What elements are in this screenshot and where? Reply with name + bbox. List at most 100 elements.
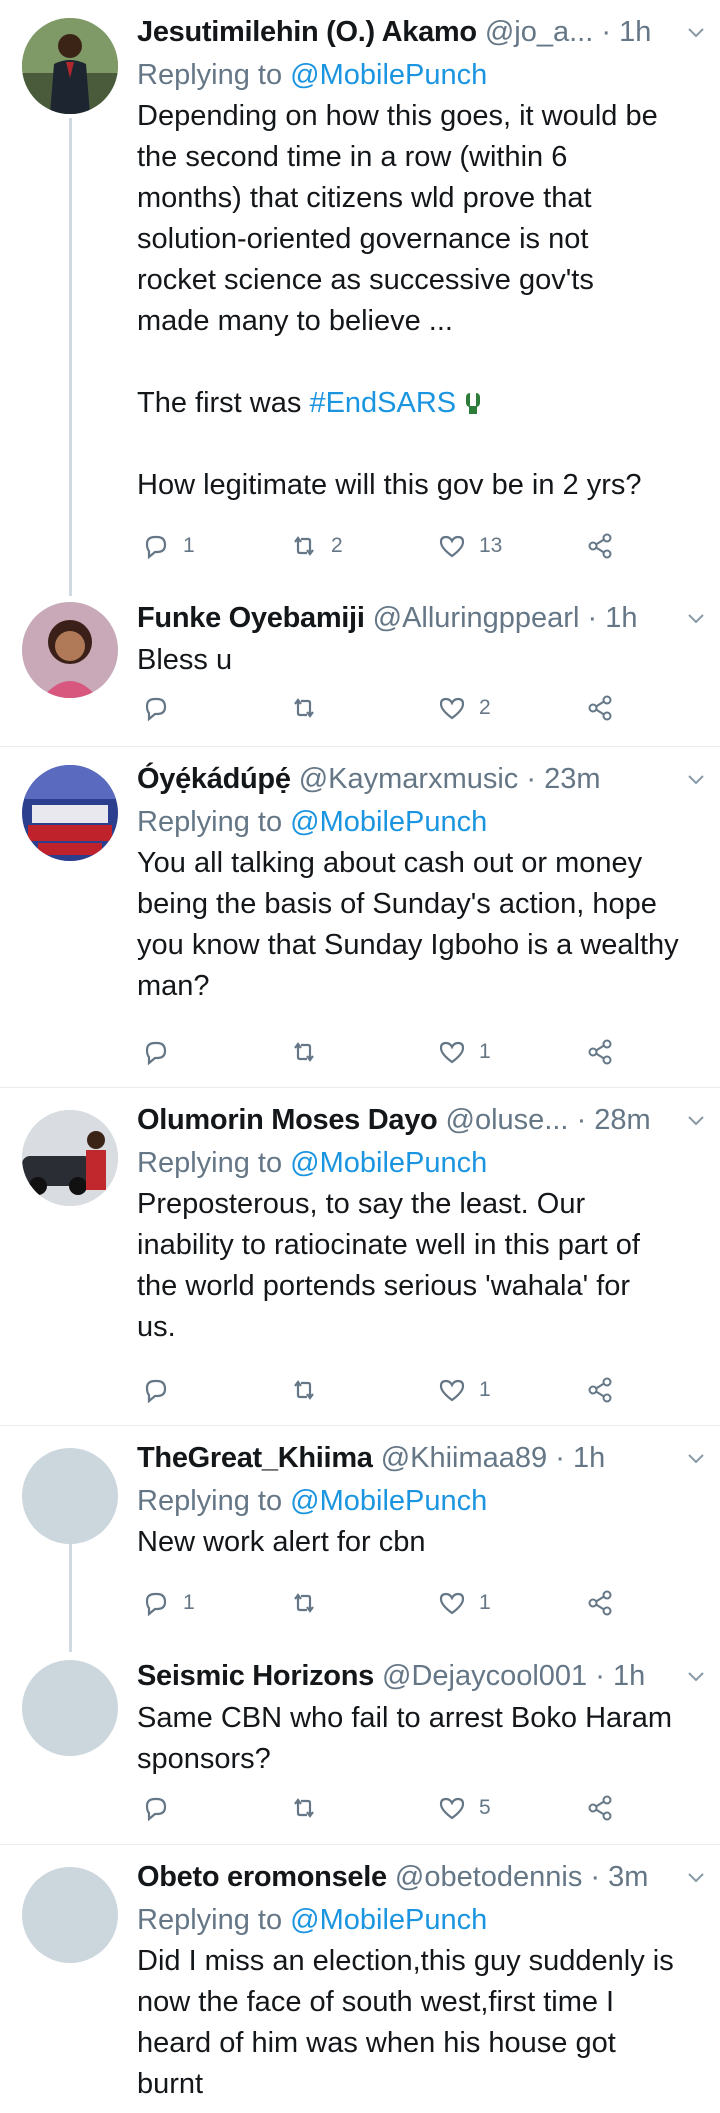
tweet[interactable]: Olumorin Moses Dayo @oluse... · 28m Repl… xyxy=(0,1088,720,1425)
timestamp[interactable]: 1h xyxy=(573,1442,605,1474)
share-button[interactable] xyxy=(585,526,615,566)
mention-link[interactable]: @MobilePunch xyxy=(290,1485,487,1517)
like-button[interactable]: 2 xyxy=(437,688,491,728)
hashtag-link[interactable]: #EndSARS xyxy=(309,387,456,419)
tweet-header: Seismic Horizons @Dejaycool001 · 1h xyxy=(137,1654,706,1698)
tweet-text: Did I miss an election,this guy suddenly… xyxy=(137,1945,674,2100)
like-count: 2 xyxy=(479,696,491,719)
user-handle[interactable]: @jo_a... xyxy=(485,16,593,48)
mention-link[interactable]: @MobilePunch xyxy=(290,1904,487,1936)
user-handle[interactable]: @Khiimaa89 xyxy=(381,1442,547,1474)
share-button[interactable] xyxy=(585,1788,615,1828)
display-name[interactable]: Seismic Horizons xyxy=(137,1660,374,1692)
share-button[interactable] xyxy=(585,1370,615,1410)
display-name[interactable]: Obeto eromonsele xyxy=(137,1861,387,1893)
like-count: 13 xyxy=(479,534,503,557)
chevron-down-icon[interactable] xyxy=(686,1448,706,1468)
display-name[interactable]: Olumorin Moses Dayo xyxy=(137,1104,438,1136)
retweet-icon xyxy=(294,1380,314,1400)
chevron-down-icon[interactable] xyxy=(686,22,706,42)
tweet[interactable]: Obeto eromonsele @obetodennis · 3m Reply… xyxy=(0,1845,720,2113)
chevron-down-icon[interactable] xyxy=(686,1110,706,1130)
display-name[interactable]: TheGreat_Khiima xyxy=(137,1442,373,1474)
replying-label: Replying to xyxy=(137,1904,283,1936)
chevron-down-icon[interactable] xyxy=(686,608,706,628)
heart-icon xyxy=(439,535,465,558)
tweet[interactable]: Óyẹ́kádúpẹ́ @Kaymarxmusic · 23m Replying… xyxy=(0,747,720,1087)
tweet[interactable]: Funke Oyebamiji @Alluringppearl · 1h Ble… xyxy=(0,596,720,746)
mention-link[interactable]: @MobilePunch xyxy=(290,806,487,838)
reply-button[interactable]: 1 xyxy=(141,1583,195,1623)
separator-dot: · xyxy=(587,602,598,634)
like-button[interactable]: 13 xyxy=(437,526,502,566)
user-handle[interactable]: @oluse... xyxy=(446,1104,569,1136)
text-line: the second time in a row (within 6 xyxy=(137,141,568,173)
like-count: 5 xyxy=(479,1796,491,1819)
tweet-header: TheGreat_Khiima @Khiimaa89 · 1h xyxy=(137,1436,706,1480)
user-handle[interactable]: @obetodennis xyxy=(395,1861,582,1893)
retweet-icon xyxy=(294,1798,314,1818)
share-icon xyxy=(588,695,612,721)
replying-label: Replying to xyxy=(137,1147,283,1179)
timestamp[interactable]: 1h xyxy=(605,602,637,634)
text-line: months) that citizens wld prove that xyxy=(137,182,592,214)
reply-button[interactable] xyxy=(141,688,183,728)
like-button[interactable]: 1 xyxy=(437,1583,491,1623)
share-icon xyxy=(588,1590,612,1616)
mention-link[interactable]: @MobilePunch xyxy=(290,1147,487,1179)
display-name[interactable]: Jesutimilehin (O.) Akamo xyxy=(137,16,477,48)
avatar[interactable] xyxy=(22,1110,118,1206)
like-button[interactable]: 1 xyxy=(437,1032,491,1072)
chevron-down-icon[interactable] xyxy=(686,1666,706,1686)
mention-link[interactable]: @MobilePunch xyxy=(290,59,487,91)
tweet[interactable]: Seismic Horizons @Dejaycool001 · 1h Same… xyxy=(0,1654,720,1844)
avatar[interactable] xyxy=(22,602,118,698)
avatar[interactable] xyxy=(22,18,118,114)
heart-icon xyxy=(439,1797,465,1820)
user-handle[interactable]: @Alluringppearl xyxy=(373,602,580,634)
retweet-button[interactable] xyxy=(289,1032,331,1072)
reply-icon xyxy=(145,697,167,722)
share-button[interactable] xyxy=(585,1032,615,1072)
replying-label: Replying to xyxy=(137,1485,283,1517)
tweet-text: New work alert for cbn xyxy=(137,1526,426,1558)
share-button[interactable] xyxy=(585,688,615,728)
separator-dot: · xyxy=(576,1104,587,1136)
reply-button[interactable] xyxy=(141,1370,183,1410)
display-name[interactable]: Óyẹ́kádúpẹ́ xyxy=(137,763,291,795)
reply-button[interactable] xyxy=(141,1788,183,1828)
user-handle[interactable]: @Kaymarxmusic xyxy=(299,763,519,795)
tweet-text: Same CBN who fail to arrest Boko Haram s… xyxy=(137,1702,673,1775)
timestamp[interactable]: 28m xyxy=(594,1104,650,1136)
like-button[interactable]: 5 xyxy=(437,1788,491,1828)
text-line: rocket science as successive gov'ts xyxy=(137,264,594,296)
tweet-text: Bless u xyxy=(137,644,233,676)
tweet[interactable]: TheGreat_Khiima @Khiimaa89 · 1h Replying… xyxy=(0,1426,720,1654)
avatar-placeholder[interactable] xyxy=(22,1660,118,1756)
reply-icon xyxy=(145,1592,167,1617)
avatar-image xyxy=(22,765,118,861)
reply-icon xyxy=(145,1379,167,1404)
chevron-down-icon[interactable] xyxy=(686,769,706,789)
retweet-button[interactable] xyxy=(289,1583,331,1623)
text-line: solution-oriented governance is not xyxy=(137,223,589,255)
retweet-button[interactable] xyxy=(289,1370,331,1410)
timestamp[interactable]: 3m xyxy=(608,1861,648,1893)
tweet[interactable]: Jesutimilehin (O.) Akamo @jo_a... · 1h R… xyxy=(0,0,720,600)
timestamp[interactable]: 1h xyxy=(613,1660,645,1692)
retweet-button[interactable] xyxy=(289,1788,331,1828)
retweet-button[interactable]: 2 xyxy=(289,526,343,566)
display-name[interactable]: Funke Oyebamiji xyxy=(137,602,365,634)
share-button[interactable] xyxy=(585,1583,615,1623)
user-handle[interactable]: @Dejaycool001 xyxy=(382,1660,587,1692)
timestamp[interactable]: 1h xyxy=(619,16,651,48)
chevron-down-icon[interactable] xyxy=(686,1867,706,1887)
retweet-button[interactable] xyxy=(289,688,331,728)
like-button[interactable]: 1 xyxy=(437,1370,491,1410)
avatar[interactable] xyxy=(22,765,118,861)
timestamp[interactable]: 23m xyxy=(544,763,600,795)
reply-button[interactable] xyxy=(141,1032,183,1072)
avatar-placeholder[interactable] xyxy=(22,1448,118,1544)
avatar-placeholder[interactable] xyxy=(22,1867,118,1963)
reply-button[interactable]: 1 xyxy=(141,526,195,566)
